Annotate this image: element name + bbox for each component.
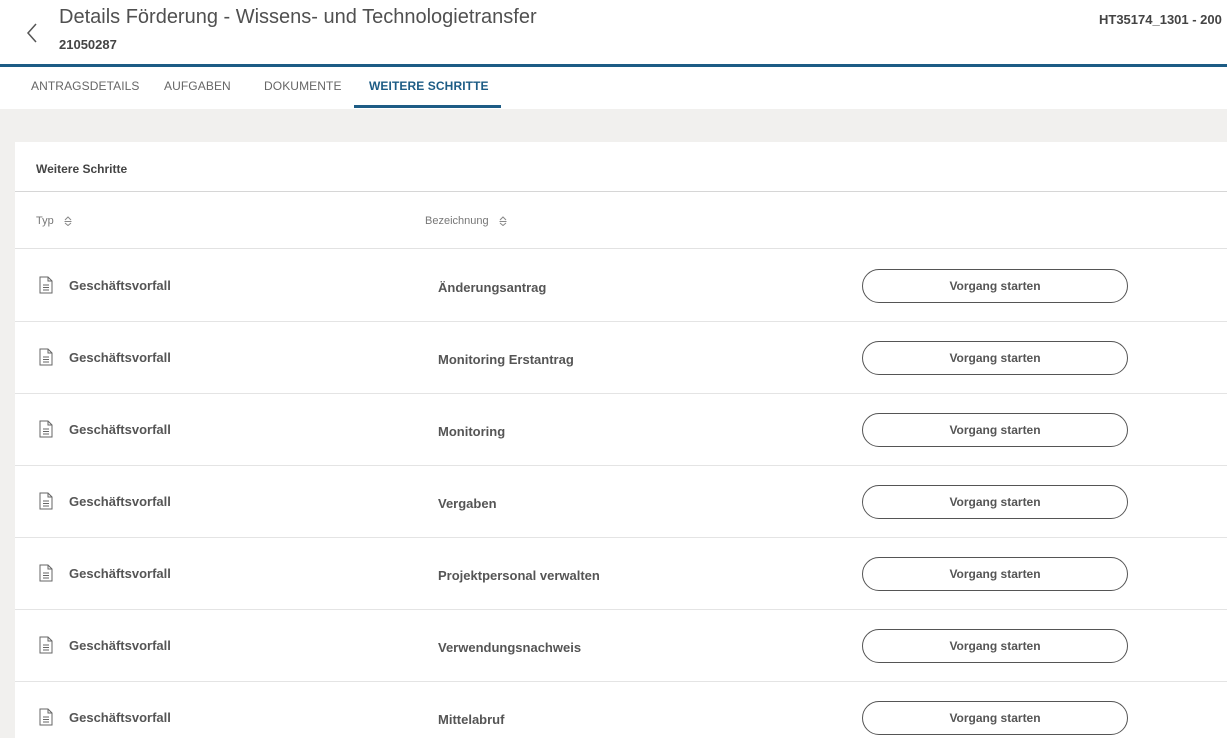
document-icon [39,348,53,366]
reference-number: HT35174_1301 - 200 [1099,12,1222,27]
start-process-button[interactable]: Vorgang starten [862,341,1128,375]
tab-aufgaben[interactable]: AUFGABEN [164,79,231,93]
row-name: Projektpersonal verwalten [438,568,600,583]
row-type: Geschäftsvorfall [69,566,171,581]
start-process-button[interactable]: Vorgang starten [862,557,1128,591]
column-header-name[interactable]: Bezeichnung [425,215,508,227]
row-name: Änderungsantrag [438,280,547,295]
start-process-button[interactable]: Vorgang starten [862,269,1128,303]
tab-antragsdetails[interactable]: ANTRAGSDETAILS [31,79,140,93]
start-process-button[interactable]: Vorgang starten [862,701,1128,735]
card-divider [15,191,1227,192]
page-title: Details Förderung - Wissens- und Technol… [59,6,537,28]
table-row: Geschäftsvorfall Projektpersonal verwalt… [15,537,1227,610]
tab-bar: ANTRAGSDETAILS AUFGABEN DOKUMENTE WEITER… [0,67,1227,109]
document-icon [39,708,53,726]
table-row: Geschäftsvorfall Änderungsantrag Vorgang… [15,249,1227,322]
document-icon [39,564,53,582]
tab-dokumente[interactable]: DOKUMENTE [264,79,342,93]
column-header-type[interactable]: Typ [36,215,73,227]
document-icon [39,636,53,654]
start-process-button[interactable]: Vorgang starten [862,629,1128,663]
row-name: Monitoring [438,424,506,439]
row-type: Geschäftsvorfall [69,350,171,365]
start-process-button[interactable]: Vorgang starten [862,413,1128,447]
row-name: Vergaben [438,496,497,511]
sort-icon [64,216,72,227]
start-process-button[interactable]: Vorgang starten [862,485,1128,519]
row-type: Geschäftsvorfall [69,422,171,437]
table-row: Geschäftsvorfall Vergaben Vorgang starte… [15,465,1227,538]
row-type: Geschäftsvorfall [69,278,171,293]
table-row: Geschäftsvorfall Monitoring Erstantrag V… [15,321,1227,394]
row-type: Geschäftsvorfall [69,710,171,725]
back-button[interactable] [22,20,42,44]
row-name: Verwendungsnachweis [438,640,582,655]
table-row: Geschäftsvorfall Monitoring Vorgang star… [15,393,1227,466]
row-name: Mittelabruf [438,712,505,727]
document-icon [39,492,53,510]
application-number: 21050287 [59,37,117,52]
next-steps-card: Weitere Schritte Typ Bezeichnung Geschäf… [15,142,1227,738]
table-row: Geschäftsvorfall Mittelabruf Vorgang sta… [15,681,1227,753]
column-header-type-label: Typ [36,215,54,227]
active-tab-indicator [354,105,501,108]
row-type: Geschäftsvorfall [69,494,171,509]
card-title: Weitere Schritte [36,162,128,176]
tab-weitere-schritte[interactable]: WEITERE SCHRITTE [369,79,489,93]
document-icon [39,276,53,294]
page-header: Details Förderung - Wissens- und Technol… [0,0,1227,64]
sort-icon [499,216,507,227]
column-header-name-label: Bezeichnung [425,215,489,227]
row-type: Geschäftsvorfall [69,638,171,653]
row-name: Monitoring Erstantrag [438,352,574,367]
table-row: Geschäftsvorfall Verwendungsnachweis Vor… [15,609,1227,682]
chevron-left-icon [26,23,37,43]
document-icon [39,420,53,438]
